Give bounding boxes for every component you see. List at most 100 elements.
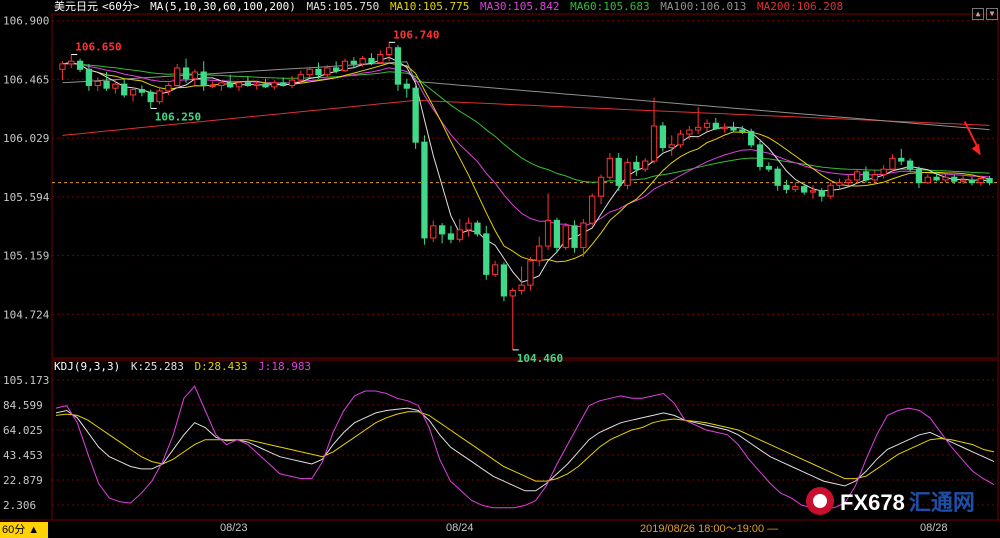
- candle-body: [147, 91, 154, 103]
- x-tick-label: 08/24: [446, 522, 474, 534]
- kdj-y-tick-label: 64.025: [3, 424, 43, 437]
- candle-body: [377, 53, 384, 64]
- candle-body: [156, 90, 163, 103]
- candlestick-chart: 106.900 106.465 106.029 105.594 105.159 104.7…: [0, 13, 1000, 521]
- candle-body: [721, 126, 728, 130]
- scroll-down-button[interactable]: ▼: [986, 8, 998, 20]
- kdj-y-tick-label: 84.599: [3, 399, 43, 412]
- candle-body: [491, 264, 499, 275]
- candle-body: [412, 87, 419, 143]
- candle-body: [589, 195, 596, 224]
- candle-body: [527, 260, 534, 286]
- candle-body: [253, 83, 260, 86]
- candle-body: [85, 68, 93, 86]
- legend-ma10: MA10:105.775: [389, 0, 470, 13]
- candle-body: [518, 284, 525, 292]
- candle-body: [853, 171, 861, 181]
- candle-body: [430, 225, 437, 239]
- candle-body: [456, 229, 463, 240]
- candle-body: [262, 83, 269, 88]
- candle-body: [368, 58, 375, 64]
- candle-body: [880, 168, 887, 176]
- candle-body: [447, 233, 455, 240]
- candle-body: [642, 160, 649, 170]
- candle-body: [915, 168, 923, 184]
- candle-body: [483, 233, 490, 275]
- scroll-up-button[interactable]: ▲: [972, 8, 984, 20]
- kdj-y-tick-label: 105.173: [3, 374, 49, 387]
- candle-body: [597, 176, 605, 197]
- candle-body: [633, 161, 640, 170]
- candle-body: [280, 82, 287, 86]
- candle-body: [571, 225, 578, 248]
- legend-period: <60分>: [102, 0, 140, 13]
- legend-ma60: MA60:105.683: [570, 0, 650, 13]
- watermark: FX678 汇通网: [806, 484, 975, 518]
- candle-body: [792, 186, 799, 190]
- candle-body: [182, 67, 190, 80]
- candle-body: [606, 157, 614, 178]
- candle-body: [580, 222, 587, 248]
- candle-body: [536, 245, 543, 262]
- main-y-tick-label: 106.900: [3, 15, 49, 28]
- candle-body: [562, 225, 569, 248]
- main-y-tick-label: 105.159: [3, 250, 49, 263]
- annotation-label: 106.250: [155, 110, 201, 123]
- candle-body: [165, 84, 172, 92]
- candle-body: [200, 71, 207, 86]
- kdj-y-tick-label: 2.306: [3, 499, 36, 512]
- candle-body: [94, 80, 101, 86]
- kdj-params: KDJ(9,3,3): [54, 360, 121, 373]
- candle-body: [933, 176, 940, 181]
- candle-body: [951, 176, 958, 182]
- candle-body: [174, 67, 181, 86]
- legend-ma-params: MA(5,10,30,60,100,200): [150, 0, 296, 13]
- candle-body: [288, 79, 296, 86]
- candle-body: [474, 222, 481, 235]
- candle-body: [862, 171, 870, 181]
- kdj-y-tick-label: 43.453: [3, 449, 43, 462]
- candle-body: [333, 67, 340, 72]
- legend-ma30: MA30:105.842: [480, 0, 560, 13]
- candle-body: [544, 219, 552, 247]
- candle-body: [218, 82, 225, 86]
- candle-body: [350, 60, 357, 65]
- candle-body: [500, 264, 508, 297]
- watermark-brand: FX678: [840, 490, 905, 515]
- candle-body: [315, 68, 322, 76]
- candle-body: [624, 161, 631, 186]
- watermark-cn: 汇通网: [908, 490, 975, 515]
- candle-body: [889, 157, 896, 170]
- candle-body: [385, 47, 393, 55]
- kdj-y-tick-label: 22.879: [3, 474, 43, 487]
- candle-body: [271, 82, 278, 88]
- candle-body: [968, 179, 976, 184]
- annotation-label: 106.650: [75, 40, 121, 53]
- candle-body: [906, 160, 914, 170]
- legend-symbol: 美元日元: [54, 0, 98, 13]
- candle-body: [112, 83, 119, 89]
- candle-body: [465, 222, 472, 231]
- x-axis-labels: 08/23 08/24 08/28: [0, 520, 1000, 538]
- candle-body: [871, 174, 878, 181]
- candle-body: [659, 125, 667, 149]
- candle-body: [748, 130, 755, 146]
- candle-body: [403, 83, 410, 89]
- candle-body: [76, 60, 84, 70]
- candle-body: [959, 179, 967, 182]
- main-legend: 美元日元 <60分> MA(5,10,30,60,100,200) MA5:105…: [54, 0, 847, 14]
- chart-stage: 106.900 106.465 106.029 105.594 105.159 104.7…: [0, 0, 1000, 538]
- candle-body: [421, 141, 428, 239]
- candle-body: [509, 290, 516, 297]
- candle-body: [244, 82, 251, 86]
- candle-body: [227, 82, 234, 88]
- ma30-line: [62, 63, 990, 228]
- period-button[interactable]: 60分 ▲: [0, 522, 48, 538]
- candle-body: [695, 126, 702, 131]
- main-y-tick-label: 106.465: [3, 73, 49, 86]
- annotation-label: 104.460: [517, 352, 563, 365]
- candle-body: [783, 184, 790, 190]
- candle-body: [103, 80, 110, 89]
- kdj-d-line: [55, 411, 995, 482]
- x-tick-label: 08/23: [220, 522, 248, 534]
